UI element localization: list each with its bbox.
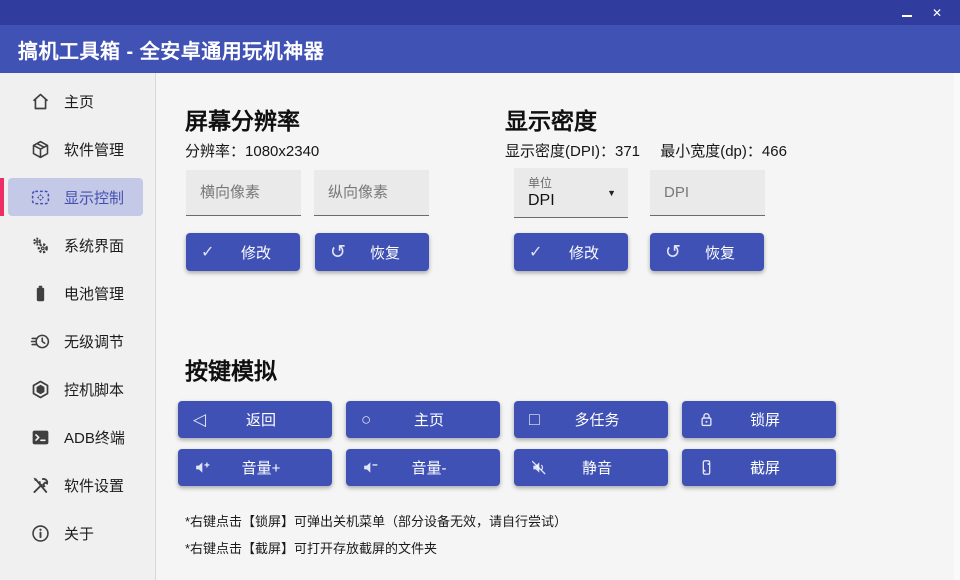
sidebar: 主页 软件管理 显示控制 系统界面 [0,73,156,580]
hexagon-icon [30,379,51,400]
app-window: ✕ 搞机工具箱 - 全安卓通用玩机神器 主页 软件管理 [0,0,960,580]
density-section-title: 显示密度 [505,102,597,136]
minimize-icon [902,15,912,17]
volume-up-button[interactable]: 音量+ [178,449,332,486]
tools-icon [30,475,51,496]
gears-icon [30,235,51,256]
app-title: 搞机工具箱 - 全安卓通用玩机神器 [18,35,324,64]
mute-button[interactable]: 静音 [514,449,668,486]
sidebar-item-label: 显示控制 [64,187,124,208]
scrollbar-track[interactable] [954,73,960,580]
resolution-value: 1080x2340 [245,143,319,160]
volume-plus-icon [193,458,212,477]
sidebar-item-system-ui[interactable]: 系统界面 [0,221,155,269]
sidebar-item-software-settings[interactable]: 软件设置 [0,461,155,509]
close-button[interactable]: ✕ [922,0,952,25]
resolution-modify-button[interactable]: ✓ 修改 [186,233,300,271]
resolution-restore-button[interactable]: ↺ 恢复 [315,233,429,271]
sidebar-item-label: 软件管理 [64,139,124,160]
sidebar-item-label: 关于 [64,523,94,544]
home-key-button[interactable]: ○ 主页 [346,401,500,438]
screenshot-icon [697,458,716,477]
chevron-down-icon: ▼ [607,188,616,198]
back-icon: ◁ [193,410,206,430]
density-dpi-value: 371 [615,143,640,160]
volume-down-button[interactable]: 音量- [346,449,500,486]
main-content: 屏幕分辨率 分辨率：1080x2340 ✓ 修改 ↺ 恢复 显示密度 显示密度(… [156,73,960,580]
speed-clock-icon [30,331,51,352]
refresh-icon: ↺ [330,243,346,262]
package-icon [30,139,51,160]
sidebar-item-software-manage[interactable]: 软件管理 [0,125,155,173]
vertical-pixels-input[interactable] [314,170,429,216]
check-icon: ✓ [201,242,214,262]
terminal-icon [30,427,51,448]
display-control-icon [30,187,51,208]
unit-select[interactable]: 单位 DPI ▼ [514,168,628,218]
sidebar-item-label: 电池管理 [64,283,124,304]
volume-minus-icon [361,458,380,477]
density-dpi-label: 显示密度(DPI)： [505,143,615,160]
sidebar-item-label: 软件设置 [64,475,124,496]
screenshot-button[interactable]: 截屏 [682,449,836,486]
refresh-icon: ↺ [665,243,681,262]
sidebar-item-adb-terminal[interactable]: ADB终端 [0,413,155,461]
density-modify-button[interactable]: ✓ 修改 [514,233,628,271]
sidebar-item-battery-manage[interactable]: 电池管理 [0,269,155,317]
unit-select-label: 单位 [528,174,552,191]
lock-icon [697,410,716,429]
sidebar-item-control-script[interactable]: 控机脚本 [0,365,155,413]
app-header: 搞机工具箱 - 全安卓通用玩机神器 [0,25,960,73]
unit-select-value: DPI [528,192,555,210]
horizontal-pixels-input[interactable] [186,170,301,216]
multitask-icon: □ [529,409,540,430]
sidebar-item-stepless-adjust[interactable]: 无级调节 [0,317,155,365]
sidebar-item-home[interactable]: 主页 [0,77,155,125]
close-icon: ✕ [932,6,942,20]
sidebar-item-display-control[interactable]: 显示控制 [8,178,143,216]
home-icon [30,91,51,112]
sidebar-item-label: 控机脚本 [64,379,124,400]
mute-icon [529,458,548,477]
density-restore-button[interactable]: ↺ 恢复 [650,233,764,271]
home-circle-icon: ○ [361,410,371,430]
keysim-section-title: 按键模拟 [185,352,277,386]
lockscreen-note: *右键点击【锁屏】可弹出关机菜单（部分设备无效，请自行尝试） [185,511,567,530]
density-minwidth-label: 最小宽度(dp)： [660,143,762,160]
lockscreen-key-button[interactable]: 锁屏 [682,401,836,438]
sidebar-item-label: 主页 [64,91,94,112]
resolution-info: 分辨率：1080x2340 [185,140,319,161]
resolution-label: 分辨率： [185,143,245,160]
info-icon [30,523,51,544]
check-icon: ✓ [529,242,542,262]
sidebar-item-label: 系统界面 [64,235,124,256]
sidebar-item-label: ADB终端 [64,427,125,448]
sidebar-item-about[interactable]: 关于 [0,509,155,557]
sidebar-item-label: 无级调节 [64,331,124,352]
titlebar: ✕ [0,0,960,25]
battery-icon [30,283,51,304]
back-key-button[interactable]: ◁ 返回 [178,401,332,438]
density-minwidth-value: 466 [762,143,787,160]
density-info: 显示密度(DPI)：371 最小宽度(dp)：466 [505,140,803,161]
minimize-button[interactable] [892,0,922,25]
dpi-input[interactable] [650,170,765,216]
resolution-section-title: 屏幕分辨率 [185,102,300,136]
multitask-key-button[interactable]: □ 多任务 [514,401,668,438]
screenshot-note: *右键点击【截屏】可打开存放截屏的文件夹 [185,538,437,557]
